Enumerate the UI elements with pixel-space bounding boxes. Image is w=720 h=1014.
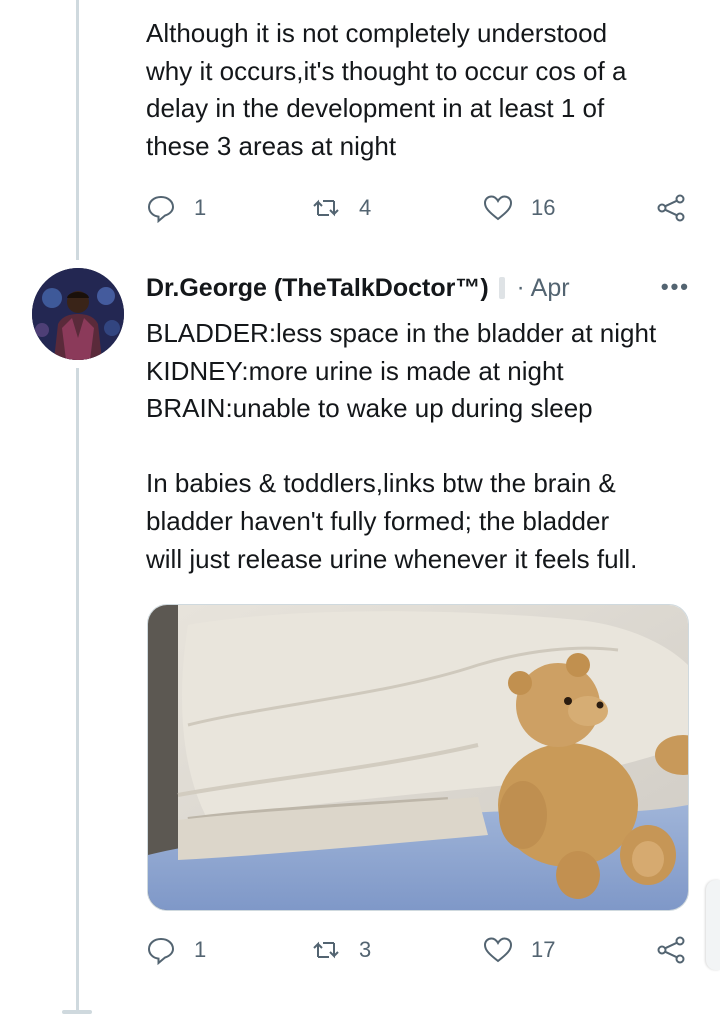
- reply-icon: [147, 937, 175, 965]
- reply-count: 1: [194, 195, 207, 220]
- scroll-handle[interactable]: [706, 880, 720, 970]
- more-options-icon[interactable]: •••: [661, 274, 690, 300]
- avatar[interactable]: [32, 268, 124, 360]
- reply-icon: [147, 195, 175, 223]
- retweet-count: 3: [359, 937, 372, 962]
- heart-icon: [483, 195, 513, 221]
- share-button[interactable]: [656, 188, 686, 228]
- retweet-count: 4: [359, 195, 372, 220]
- reply-button[interactable]: 1: [146, 188, 206, 228]
- like-button[interactable]: 16: [483, 188, 555, 228]
- retweet-icon: [313, 941, 339, 959]
- heart-icon: [483, 937, 513, 963]
- tweet-media[interactable]: [147, 604, 689, 911]
- retweet-button[interactable]: 3: [311, 930, 371, 970]
- share-icon: [657, 194, 685, 222]
- verified-separator: [498, 277, 505, 299]
- author-name[interactable]: Dr.George (TheTalkDoctor™): [146, 274, 489, 303]
- tweet-header: Dr.George (TheTalkDoctor™) · Apr •••: [146, 268, 690, 308]
- tweet-text: Although it is not completely understood…: [146, 18, 627, 161]
- tweet-text: BLADDER:less space in the bladder at nig…: [146, 318, 657, 574]
- tweet-actions: 1 4 16: [146, 188, 690, 228]
- teddy-bear-image: [148, 605, 688, 910]
- reply-count: 1: [194, 937, 207, 962]
- retweet-button[interactable]: 4: [311, 188, 371, 228]
- thread-line: [76, 368, 79, 1010]
- share-button[interactable]: [656, 930, 686, 970]
- reply-button[interactable]: 1: [146, 930, 206, 970]
- thread-line: [76, 0, 79, 260]
- like-button[interactable]: 17: [483, 930, 555, 970]
- retweet-icon: [313, 199, 339, 217]
- date-separator: ·: [516, 274, 525, 301]
- tweet-actions: 1 3 17: [146, 930, 690, 970]
- like-count: 16: [531, 195, 556, 220]
- divider: [62, 1010, 92, 1014]
- like-count: 17: [531, 937, 556, 962]
- tweet-date[interactable]: Apr: [531, 274, 570, 303]
- share-icon: [657, 936, 685, 964]
